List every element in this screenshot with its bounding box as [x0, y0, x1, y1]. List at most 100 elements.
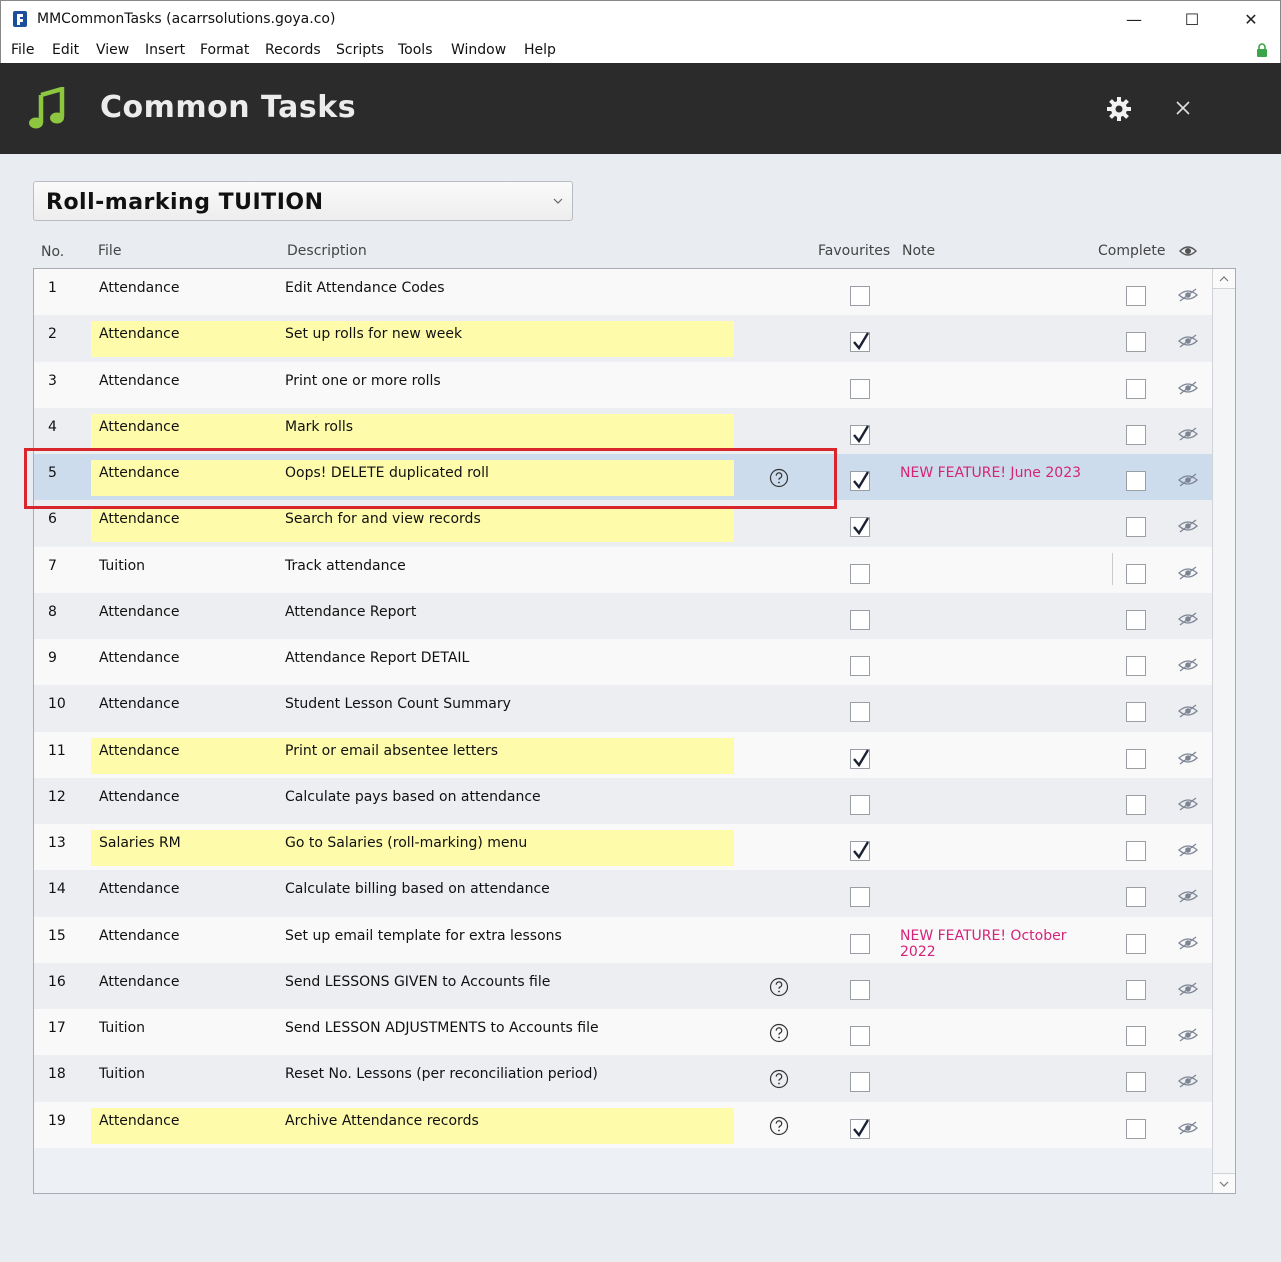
favourite-checkbox[interactable]	[850, 702, 870, 723]
close-icon[interactable]	[1173, 98, 1193, 118]
menu-edit[interactable]: Edit	[52, 42, 79, 58]
favourite-checkbox[interactable]	[850, 887, 870, 908]
row-description[interactable]: Send LESSON ADJUSTMENTS to Accounts file	[285, 1020, 599, 1036]
row-description[interactable]: Send LESSONS GIVEN to Accounts file	[285, 974, 550, 990]
complete-checkbox[interactable]	[1126, 1118, 1146, 1139]
row-file[interactable]: Salaries RM	[99, 835, 181, 851]
row-description[interactable]: Edit Attendance Codes	[285, 280, 445, 296]
row-file[interactable]: Attendance	[99, 511, 179, 527]
favourite-checkbox[interactable]	[850, 979, 870, 1000]
row-description[interactable]: Mark rolls	[285, 419, 353, 435]
table-row[interactable]: 11 Attendance Print or email absentee lett…	[34, 731, 1212, 778]
row-description[interactable]: Archive Attendance records	[285, 1113, 479, 1129]
table-row[interactable]: 9 Attendance Attendance Report DETAIL	[34, 639, 1212, 685]
table-row[interactable]: 7 Tuition Track attendance	[34, 546, 1212, 593]
maximize-button[interactable]: ☐	[1172, 7, 1212, 33]
complete-checkbox[interactable]	[1126, 609, 1146, 630]
eye-slash-icon[interactable]	[1178, 518, 1198, 534]
table-row[interactable]: 12 Attendance Calculate pays based on atte…	[34, 777, 1212, 824]
complete-checkbox[interactable]	[1126, 517, 1146, 538]
eye-slash-icon[interactable]	[1178, 981, 1198, 997]
eye-slash-icon[interactable]	[1178, 750, 1198, 766]
row-file[interactable]: Attendance	[99, 650, 179, 666]
menu-insert[interactable]: Insert	[145, 42, 185, 58]
row-description[interactable]: Calculate pays based on attendance	[285, 789, 541, 805]
eye-slash-icon[interactable]	[1178, 703, 1198, 719]
complete-checkbox[interactable]	[1126, 1072, 1146, 1093]
help-icon[interactable]	[769, 1023, 789, 1043]
complete-checkbox[interactable]	[1126, 979, 1146, 1000]
favourite-checkbox[interactable]	[850, 378, 870, 399]
row-description[interactable]: Print one or more rolls	[285, 373, 441, 389]
scroll-down-button[interactable]	[1213, 1173, 1235, 1193]
task-group-dropdown[interactable]: Roll-marking TUITION	[33, 181, 573, 221]
row-file[interactable]: Attendance	[99, 789, 179, 805]
row-description[interactable]: Student Lesson Count Summary	[285, 696, 511, 712]
row-file[interactable]: Tuition	[99, 1020, 145, 1036]
eye-slash-icon[interactable]	[1178, 796, 1198, 812]
eye-slash-icon[interactable]	[1178, 842, 1198, 858]
favourite-checkbox[interactable]	[850, 933, 870, 954]
row-file[interactable]: Attendance	[99, 928, 179, 944]
complete-checkbox[interactable]	[1126, 933, 1146, 954]
gear-icon[interactable]	[1106, 96, 1132, 122]
table-row[interactable]: 15 Attendance Set up email template for ex…	[34, 916, 1212, 963]
favourite-checkbox[interactable]	[850, 841, 870, 861]
eye-slash-icon[interactable]	[1178, 333, 1198, 349]
row-file[interactable]: Attendance	[99, 326, 179, 342]
favourite-checkbox[interactable]	[850, 1072, 870, 1093]
eye-icon[interactable]	[1179, 244, 1197, 258]
complete-checkbox[interactable]	[1126, 887, 1146, 908]
favourite-checkbox[interactable]	[850, 748, 870, 769]
row-description[interactable]: Attendance Report	[285, 604, 416, 620]
eye-slash-icon[interactable]	[1178, 935, 1198, 951]
table-row[interactable]: 10 Attendance Student Lesson Count Summary	[34, 685, 1212, 732]
eye-slash-icon[interactable]	[1178, 287, 1198, 303]
complete-checkbox[interactable]	[1126, 378, 1146, 399]
favourite-checkbox[interactable]	[850, 794, 870, 815]
row-description[interactable]: Track attendance	[285, 558, 406, 574]
window-close-button[interactable]: ✕	[1231, 7, 1271, 33]
row-description[interactable]: Go to Salaries (roll-marking) menu	[285, 835, 527, 851]
favourite-checkbox[interactable]	[850, 609, 870, 630]
favourite-checkbox[interactable]	[850, 471, 870, 491]
favourite-checkbox[interactable]	[850, 286, 870, 306]
complete-checkbox[interactable]	[1126, 471, 1146, 491]
table-row[interactable]: 18 Tuition Reset No. Lessons (per reconcil…	[34, 1055, 1212, 1102]
table-row[interactable]: 17 Tuition Send LESSON ADJUSTMENTS to Acco…	[34, 1009, 1212, 1055]
favourite-checkbox[interactable]	[850, 1026, 870, 1046]
row-file[interactable]: Attendance	[99, 743, 179, 759]
row-file[interactable]: Attendance	[99, 881, 179, 897]
favourite-checkbox[interactable]	[850, 332, 870, 353]
complete-checkbox[interactable]	[1126, 841, 1146, 861]
row-file[interactable]: Attendance	[99, 974, 179, 990]
table-row[interactable]: 3 Attendance Print one or more rolls	[34, 361, 1212, 408]
eye-slash-icon[interactable]	[1178, 380, 1198, 396]
complete-checkbox[interactable]	[1126, 1026, 1146, 1046]
menu-file[interactable]: File	[11, 42, 34, 58]
menu-window[interactable]: Window	[451, 42, 506, 58]
table-row[interactable]: 19 Attendance Archive Attendance records	[34, 1101, 1212, 1148]
favourite-checkbox[interactable]	[850, 1118, 870, 1139]
eye-slash-icon[interactable]	[1178, 888, 1198, 904]
row-file[interactable]: Tuition	[99, 558, 145, 574]
menu-view[interactable]: View	[96, 42, 129, 58]
row-file[interactable]: Attendance	[99, 696, 179, 712]
row-description[interactable]: Search for and view records	[285, 511, 481, 527]
row-description[interactable]: Set up rolls for new week	[285, 326, 462, 342]
row-file[interactable]: Attendance	[99, 604, 179, 620]
help-icon[interactable]	[769, 977, 789, 997]
eye-slash-icon[interactable]	[1178, 657, 1198, 673]
eye-slash-icon[interactable]	[1178, 472, 1198, 488]
eye-slash-icon[interactable]	[1178, 565, 1198, 581]
row-description[interactable]: Reset No. Lessons (per reconciliation pe…	[285, 1066, 598, 1082]
row-description[interactable]: Calculate billing based on attendance	[285, 881, 550, 897]
help-icon[interactable]	[769, 1069, 789, 1089]
row-description[interactable]: Set up email template for extra lessons	[285, 928, 562, 944]
table-row[interactable]: 4 Attendance Mark rolls	[34, 407, 1212, 454]
menu-tools[interactable]: Tools	[398, 42, 433, 58]
complete-checkbox[interactable]	[1126, 748, 1146, 769]
menu-scripts[interactable]: Scripts	[336, 42, 384, 58]
complete-checkbox[interactable]	[1126, 332, 1146, 353]
complete-checkbox[interactable]	[1126, 794, 1146, 815]
